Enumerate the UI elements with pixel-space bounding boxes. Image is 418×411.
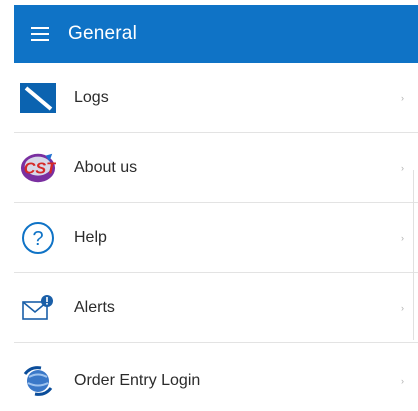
list-item-label: Order Entry Login (74, 371, 201, 389)
page-title: General (68, 23, 137, 44)
screen: General Logs › CST About us › ? Help › A… (0, 0, 418, 411)
list-item-label: Alerts (74, 298, 115, 316)
chevron-right-icon: › (401, 232, 404, 243)
company-logo-icon: CST (20, 150, 56, 186)
app-bar: General (14, 5, 418, 63)
hamburger-menu-icon (31, 27, 49, 41)
menu-button[interactable] (14, 5, 66, 63)
chevron-right-icon: › (401, 162, 404, 173)
svg-text:CST: CST (24, 159, 56, 177)
list-item-about-us[interactable]: CST About us › (14, 133, 418, 203)
chevron-right-icon: › (401, 375, 404, 386)
list-item-label: About us (74, 158, 138, 176)
order-entry-globe-icon (20, 363, 56, 399)
list-item-label: Logs (74, 88, 109, 106)
alerts-mail-icon (20, 290, 56, 326)
settings-list: Logs › CST About us › ? Help › Alerts › … (14, 63, 418, 411)
list-item-label: Help (74, 228, 107, 246)
list-item-alerts[interactable]: Alerts › (14, 273, 418, 343)
chevron-right-icon: › (401, 302, 404, 313)
list-item-order-entry-login[interactable]: Order Entry Login › (14, 343, 418, 411)
scroll-edge (413, 170, 418, 340)
chevron-right-icon: › (401, 92, 404, 103)
help-icon: ? (20, 220, 56, 256)
svg-text:?: ? (32, 228, 43, 250)
list-item-logs[interactable]: Logs › (14, 63, 418, 133)
list-item-help[interactable]: ? Help › (14, 203, 418, 273)
logs-icon (20, 80, 56, 116)
